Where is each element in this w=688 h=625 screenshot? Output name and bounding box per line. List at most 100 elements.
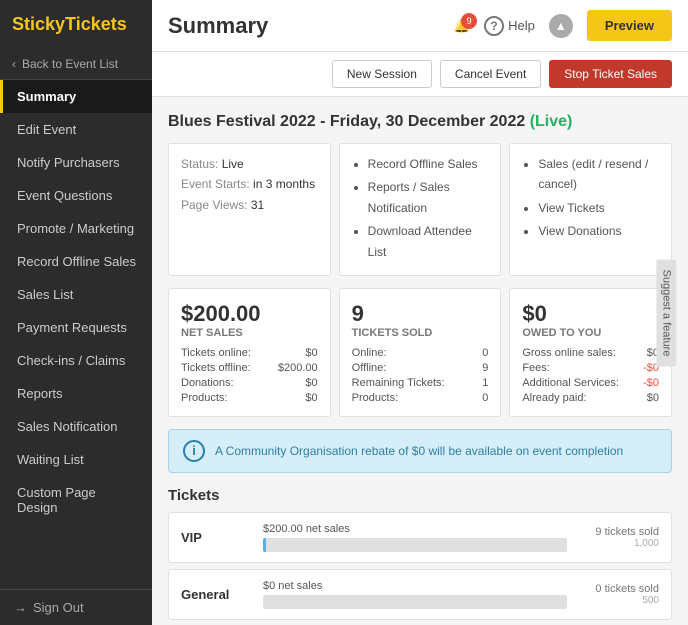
sidebar-item-sales-list[interactable]: Sales List	[0, 278, 152, 311]
stat-card-net-sales: $200.00 NET SALES Tickets online: $0 Tick…	[168, 288, 331, 417]
content-area: Blues Festival 2022 - Friday, 30 Decembe…	[152, 97, 688, 625]
live-badge: (Live)	[530, 113, 573, 130]
event-title-text: Blues Festival 2022 - Friday, 30 Decembe…	[168, 113, 525, 130]
sidebar-item-reports[interactable]: Reports	[0, 377, 152, 410]
ticket-bar-area-vip: $200.00 net sales	[263, 523, 567, 552]
feature-sales-edit: Sales (edit / resend / cancel)	[538, 154, 659, 195]
help-circle-icon: ?	[484, 16, 504, 36]
sign-out-label: Sign Out	[33, 600, 84, 615]
sign-out-icon: →	[14, 600, 27, 615]
help-label: Help	[508, 18, 535, 33]
sidebar-item-promote-marketing[interactable]: Promote / Marketing	[0, 212, 152, 245]
stop-ticket-sales-button[interactable]: Stop Ticket Sales	[549, 60, 672, 88]
sidebar: StickyTickets ‹ Back to Event List Summa…	[0, 0, 152, 625]
tickets-online-label: Tickets online:	[181, 347, 251, 359]
ticket-bar-track-vip	[263, 538, 567, 552]
sidebar-item-event-questions[interactable]: Event Questions	[0, 179, 152, 212]
net-sales-label: NET SALES	[181, 327, 318, 339]
ticket-row-vip: VIP $200.00 net sales 9 tickets sold 1,0…	[168, 512, 672, 563]
info-card-status: Status: Live Event Starts: in 3 months P…	[168, 143, 331, 276]
feature-record-offline: Record Offline Sales	[368, 154, 489, 174]
back-label: Back to Event List	[22, 57, 118, 71]
vip-capacity: 1,000	[579, 538, 659, 549]
sidebar-item-waiting-list[interactable]: Waiting List	[0, 443, 152, 476]
logo-sticky: Sticky	[12, 14, 65, 34]
tickets-offline-label: Tickets offline:	[181, 362, 251, 374]
ticket-bar-label-vip: $200.00 net sales	[263, 523, 567, 535]
donations-label: Donations:	[181, 377, 234, 389]
header: Summary 🔔 9 ? Help ▲ Preview	[152, 0, 688, 52]
sidebar-item-custom-page-design[interactable]: Custom Page Design	[0, 476, 152, 524]
tickets-sold-label: TICKETS SOLD	[352, 327, 489, 339]
info-card-features-col2: Record Offline Sales Reports / Sales Not…	[339, 143, 502, 276]
online-label: Online:	[352, 347, 387, 359]
status-value: Live	[222, 157, 244, 171]
sidebar-item-notify-purchasers[interactable]: Notify Purchasers	[0, 146, 152, 179]
ticket-bar-area-general: $0 net sales	[263, 580, 567, 609]
remaining-label: Remaining Tickets:	[352, 377, 445, 389]
feature-view-tickets: View Tickets	[538, 198, 659, 218]
ticket-bar-fill-vip	[263, 538, 266, 552]
tickets-section-title: Tickets	[168, 487, 672, 504]
gross-label: Gross online sales:	[522, 347, 616, 359]
donations-value: $0	[305, 377, 317, 389]
offline-label: Offline:	[352, 362, 387, 374]
banner-message: A Community Organisation rebate of $0 wi…	[215, 444, 623, 458]
vip-right-info: 9 tickets sold 1,000	[579, 526, 659, 549]
stat-card-tickets-sold: 9 TICKETS SOLD Online:0 Offline:9 Remain…	[339, 288, 502, 417]
ticket-name-general: General	[181, 587, 251, 602]
sidebar-item-sales-notification[interactable]: Sales Notification	[0, 410, 152, 443]
vip-net-sales: $200.00 net sales	[263, 523, 350, 535]
preview-button[interactable]: Preview	[587, 10, 672, 41]
new-session-button[interactable]: New Session	[332, 60, 432, 88]
user-avatar[interactable]: ▲	[549, 14, 573, 38]
page-views-value: 31	[251, 198, 264, 212]
general-net-sales: $0 net sales	[263, 580, 322, 592]
sidebar-item-payment-requests[interactable]: Payment Requests	[0, 311, 152, 344]
products-value: $0	[305, 392, 317, 404]
suggest-feature-tab[interactable]: Suggest a feature	[657, 259, 677, 366]
owed-label: OWED TO YOU	[522, 327, 659, 339]
general-tickets-sold: 0 tickets sold	[579, 583, 659, 595]
net-sales-amount: $200.00	[181, 301, 318, 327]
products-label: Products:	[181, 392, 227, 404]
status-row: Status: Live	[181, 154, 318, 174]
sidebar-item-summary[interactable]: Summary	[0, 80, 152, 113]
main-content: Summary 🔔 9 ? Help ▲ Preview New Session…	[152, 0, 688, 625]
additional-value: -$0	[643, 377, 659, 389]
sidebar-logo: StickyTickets	[0, 0, 152, 49]
sign-out[interactable]: → Sign Out	[0, 589, 152, 625]
info-cards: Status: Live Event Starts: in 3 months P…	[168, 143, 672, 276]
feature-attendee-list: Download Attendee List	[368, 221, 489, 262]
sidebar-item-checkins-claims[interactable]: Check-ins / Claims	[0, 344, 152, 377]
remaining-value: 1	[482, 377, 488, 389]
logo-tickets: Tickets	[65, 14, 127, 34]
sidebar-item-edit-event[interactable]: Edit Event	[0, 113, 152, 146]
additional-label: Additional Services:	[522, 377, 619, 389]
back-to-event-list[interactable]: ‹ Back to Event List	[0, 49, 152, 80]
online-value: 0	[482, 347, 488, 359]
cancel-event-button[interactable]: Cancel Event	[440, 60, 541, 88]
vip-tickets-sold: 9 tickets sold	[579, 526, 659, 538]
tickets-products-label: Products:	[352, 392, 398, 404]
sidebar-nav: Summary Edit Event Notify Purchasers Eve…	[0, 80, 152, 589]
feature-reports: Reports / Sales Notification	[368, 177, 489, 218]
info-icon: i	[183, 440, 205, 462]
sidebar-item-record-offline-sales[interactable]: Record Offline Sales	[0, 245, 152, 278]
event-starts-value: in 3 months	[253, 177, 315, 191]
page-views-row: Page Views: 31	[181, 195, 318, 215]
tickets-products-value: 0	[482, 392, 488, 404]
already-paid-label: Already paid:	[522, 392, 586, 404]
help-button[interactable]: ? Help	[484, 16, 535, 36]
bell-icon[interactable]: 🔔 9	[454, 18, 470, 34]
stat-card-owed: $0 OWED TO YOU Gross online sales:$0 Fee…	[509, 288, 672, 417]
offline-value: 9	[482, 362, 488, 374]
event-starts-label: Event Starts:	[181, 177, 250, 191]
already-paid-value: $0	[647, 392, 659, 404]
general-right-info: 0 tickets sold 500	[579, 583, 659, 606]
event-starts-row: Event Starts: in 3 months	[181, 174, 318, 194]
toolbar: New Session Cancel Event Stop Ticket Sal…	[152, 52, 688, 97]
notification-badge: 9	[461, 13, 477, 29]
event-title: Blues Festival 2022 - Friday, 30 Decembe…	[168, 113, 672, 131]
general-capacity: 500	[579, 595, 659, 606]
